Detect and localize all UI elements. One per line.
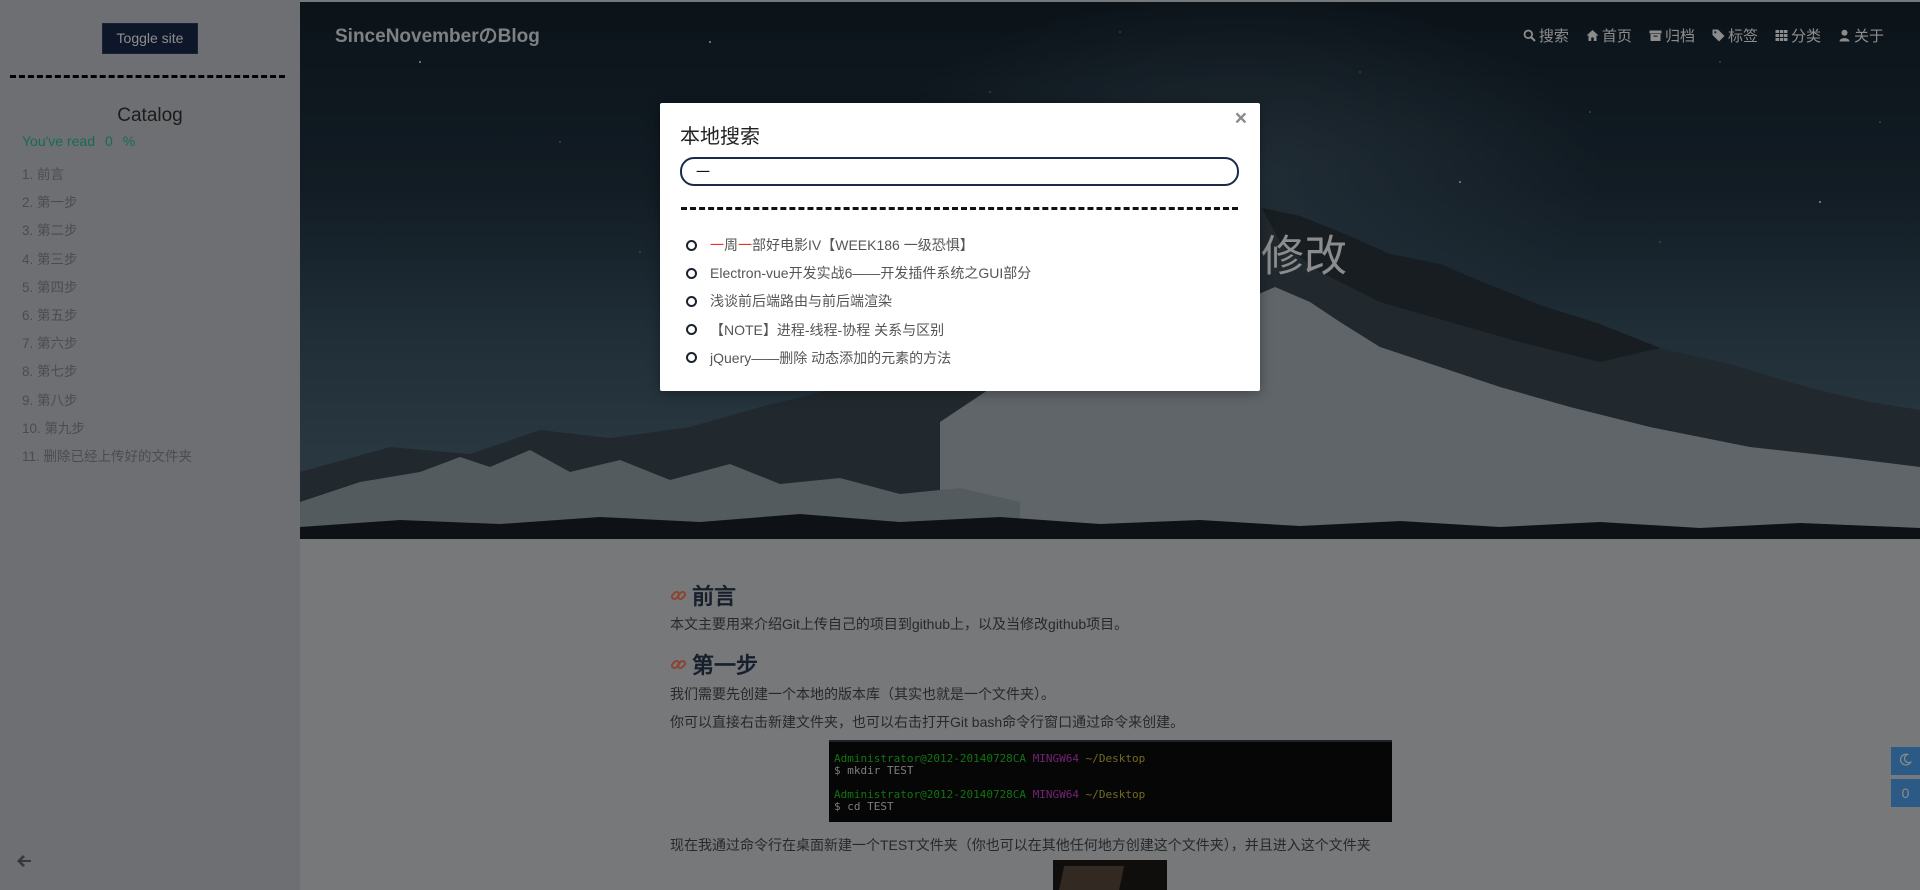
search-result[interactable]: 【NOTE】进程-线程-协程 关系与区别 <box>686 316 1031 344</box>
result-text: 部好电影IV【WEEK186 一级恐惧】 <box>752 237 974 254</box>
result-title: Electron-vue开发实战6——开发插件系统之GUI部分 <box>710 265 1032 282</box>
local-search-modal: 本地搜索 × 一周一部好电影IV【WEEK186 一级恐惧】 Electron-… <box>660 103 1260 391</box>
result-title: 浅谈前后端路由与前后端渲染 <box>710 293 892 310</box>
search-result[interactable]: jQuery——删除 动态添加的元素的方法 <box>686 344 1031 372</box>
search-result[interactable]: 浅谈前后端路由与前后端渲染 <box>686 287 1031 315</box>
result-match: 一 <box>738 237 752 254</box>
result-match: 一 <box>710 237 724 254</box>
result-bullet <box>686 267 697 279</box>
result-title: jQuery——删除 动态添加的元素的方法 <box>710 349 952 366</box>
result-title: 一周一部好电影IV【WEEK186 一级恐惧】 <box>710 235 974 255</box>
result-bullet <box>686 239 697 251</box>
search-results: 一周一部好电影IV【WEEK186 一级恐惧】 Electron-vue开发实战… <box>686 231 1031 372</box>
search-result[interactable]: Electron-vue开发实战6——开发插件系统之GUI部分 <box>686 259 1031 287</box>
modal-title: 本地搜索 <box>680 126 760 148</box>
search-input[interactable] <box>680 157 1239 186</box>
result-text: 周 <box>724 237 738 254</box>
modal-divider <box>681 207 1238 210</box>
result-title: 【NOTE】进程-线程-协程 关系与区别 <box>710 321 945 338</box>
result-bullet <box>686 295 697 307</box>
result-bullet <box>686 324 697 336</box>
result-bullet <box>686 352 697 364</box>
search-result[interactable]: 一周一部好电影IV【WEEK186 一级恐惧】 <box>686 231 1031 259</box>
close-icon[interactable]: × <box>1235 107 1247 131</box>
